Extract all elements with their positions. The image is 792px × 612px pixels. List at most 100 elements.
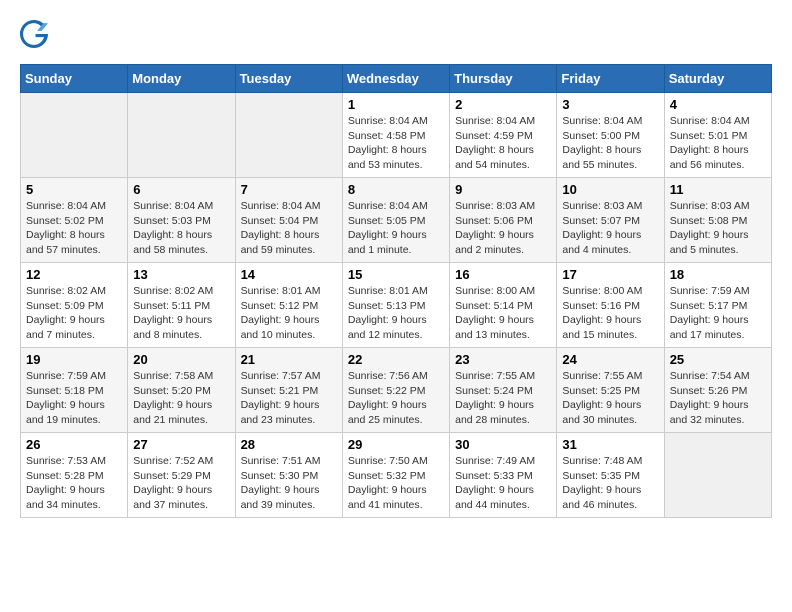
day-number: 14 (241, 267, 337, 282)
day-info: Sunrise: 7:56 AM Sunset: 5:22 PM Dayligh… (348, 369, 444, 428)
day-info: Sunrise: 7:48 AM Sunset: 5:35 PM Dayligh… (562, 454, 658, 513)
day-number: 9 (455, 182, 551, 197)
day-number: 5 (26, 182, 122, 197)
calendar-week-row: 5 Sunrise: 8:04 AM Sunset: 5:02 PM Daylig… (21, 178, 772, 263)
day-number: 1 (348, 97, 444, 112)
day-info: Sunrise: 8:00 AM Sunset: 5:16 PM Dayligh… (562, 284, 658, 343)
day-number: 18 (670, 267, 766, 282)
weekday-header: Thursday (450, 65, 557, 93)
calendar-cell: 18 Sunrise: 7:59 AM Sunset: 5:17 PM Dayli… (664, 263, 771, 348)
day-info: Sunrise: 8:02 AM Sunset: 5:09 PM Dayligh… (26, 284, 122, 343)
calendar-cell: 8 Sunrise: 8:04 AM Sunset: 5:05 PM Daylig… (342, 178, 449, 263)
day-number: 28 (241, 437, 337, 452)
calendar-cell: 3Sunrise: 8:04 AM Sunset: 5:00 PM Daylig… (557, 93, 664, 178)
page-header (20, 20, 772, 48)
calendar-cell: 24 Sunrise: 7:55 AM Sunset: 5:25 PM Dayli… (557, 348, 664, 433)
day-number: 24 (562, 352, 658, 367)
day-info: Sunrise: 8:04 AM Sunset: 5:01 PM Dayligh… (670, 114, 766, 173)
day-number: 16 (455, 267, 551, 282)
day-info: Sunrise: 8:01 AM Sunset: 5:12 PM Dayligh… (241, 284, 337, 343)
day-info: Sunrise: 8:03 AM Sunset: 5:07 PM Dayligh… (562, 199, 658, 258)
day-number: 27 (133, 437, 229, 452)
day-number: 4 (670, 97, 766, 112)
calendar-cell: 23Sunrise: 7:55 AM Sunset: 5:24 PM Dayli… (450, 348, 557, 433)
calendar-cell: 16 Sunrise: 8:00 AM Sunset: 5:14 PM Dayli… (450, 263, 557, 348)
calendar-cell (235, 93, 342, 178)
day-number: 7 (241, 182, 337, 197)
calendar-cell: 14 Sunrise: 8:01 AM Sunset: 5:12 PM Dayli… (235, 263, 342, 348)
weekday-header: Sunday (21, 65, 128, 93)
day-number: 25 (670, 352, 766, 367)
day-info: Sunrise: 8:00 AM Sunset: 5:14 PM Dayligh… (455, 284, 551, 343)
day-info: Sunrise: 7:50 AM Sunset: 5:32 PM Dayligh… (348, 454, 444, 513)
day-info: Sunrise: 7:55 AM Sunset: 5:24 PM Dayligh… (455, 369, 551, 428)
day-info: Sunrise: 8:03 AM Sunset: 5:08 PM Dayligh… (670, 199, 766, 258)
day-info: Sunrise: 8:03 AM Sunset: 5:06 PM Dayligh… (455, 199, 551, 258)
day-number: 2 (455, 97, 551, 112)
day-number: 22 (348, 352, 444, 367)
calendar-cell (128, 93, 235, 178)
day-number: 6 (133, 182, 229, 197)
calendar-cell: 6 Sunrise: 8:04 AM Sunset: 5:03 PM Daylig… (128, 178, 235, 263)
logo-icon (20, 20, 48, 48)
calendar-cell: 26Sunrise: 7:53 AM Sunset: 5:28 PM Dayli… (21, 433, 128, 518)
day-info: Sunrise: 7:57 AM Sunset: 5:21 PM Dayligh… (241, 369, 337, 428)
calendar-cell: 20 Sunrise: 7:58 AM Sunset: 5:20 PM Dayli… (128, 348, 235, 433)
calendar-cell: 31 Sunrise: 7:48 AM Sunset: 5:35 PM Dayli… (557, 433, 664, 518)
calendar-cell: 22 Sunrise: 7:56 AM Sunset: 5:22 PM Dayli… (342, 348, 449, 433)
day-info: Sunrise: 7:55 AM Sunset: 5:25 PM Dayligh… (562, 369, 658, 428)
weekday-header: Saturday (664, 65, 771, 93)
calendar-table: SundayMondayTuesdayWednesdayThursdayFrid… (20, 64, 772, 518)
day-number: 20 (133, 352, 229, 367)
weekday-header-row: SundayMondayTuesdayWednesdayThursdayFrid… (21, 65, 772, 93)
day-number: 21 (241, 352, 337, 367)
calendar-cell: 13Sunrise: 8:02 AM Sunset: 5:11 PM Dayli… (128, 263, 235, 348)
calendar-cell: 21 Sunrise: 7:57 AM Sunset: 5:21 PM Dayli… (235, 348, 342, 433)
weekday-header: Tuesday (235, 65, 342, 93)
day-info: Sunrise: 8:04 AM Sunset: 4:59 PM Dayligh… (455, 114, 551, 173)
calendar-cell: 7Sunrise: 8:04 AM Sunset: 5:04 PM Daylig… (235, 178, 342, 263)
calendar-cell (21, 93, 128, 178)
calendar-cell: 30Sunrise: 7:49 AM Sunset: 5:33 PM Dayli… (450, 433, 557, 518)
day-number: 8 (348, 182, 444, 197)
weekday-header: Monday (128, 65, 235, 93)
day-number: 31 (562, 437, 658, 452)
day-number: 29 (348, 437, 444, 452)
calendar-cell (664, 433, 771, 518)
day-number: 3 (562, 97, 658, 112)
day-info: Sunrise: 8:04 AM Sunset: 5:05 PM Dayligh… (348, 199, 444, 258)
day-info: Sunrise: 7:59 AM Sunset: 5:18 PM Dayligh… (26, 369, 122, 428)
calendar-cell: 10 Sunrise: 8:03 AM Sunset: 5:07 PM Dayli… (557, 178, 664, 263)
day-number: 11 (670, 182, 766, 197)
day-number: 10 (562, 182, 658, 197)
day-number: 12 (26, 267, 122, 282)
calendar-cell: 27 Sunrise: 7:52 AM Sunset: 5:29 PM Dayli… (128, 433, 235, 518)
day-number: 13 (133, 267, 229, 282)
calendar-cell: 28 Sunrise: 7:51 AM Sunset: 5:30 PM Dayli… (235, 433, 342, 518)
calendar-week-row: 12 Sunrise: 8:02 AM Sunset: 5:09 PM Dayli… (21, 263, 772, 348)
calendar-cell: 1 Sunrise: 8:04 AM Sunset: 4:58 PM Daylig… (342, 93, 449, 178)
calendar-cell: 29 Sunrise: 7:50 AM Sunset: 5:32 PM Dayli… (342, 433, 449, 518)
calendar-cell: 15Sunrise: 8:01 AM Sunset: 5:13 PM Dayli… (342, 263, 449, 348)
calendar-week-row: 1 Sunrise: 8:04 AM Sunset: 4:58 PM Daylig… (21, 93, 772, 178)
day-info: Sunrise: 7:58 AM Sunset: 5:20 PM Dayligh… (133, 369, 229, 428)
calendar-cell: 2 Sunrise: 8:04 AM Sunset: 4:59 PM Daylig… (450, 93, 557, 178)
day-info: Sunrise: 7:51 AM Sunset: 5:30 PM Dayligh… (241, 454, 337, 513)
day-info: Sunrise: 8:04 AM Sunset: 4:58 PM Dayligh… (348, 114, 444, 173)
calendar-cell: 11 Sunrise: 8:03 AM Sunset: 5:08 PM Dayli… (664, 178, 771, 263)
day-info: Sunrise: 8:04 AM Sunset: 5:02 PM Dayligh… (26, 199, 122, 258)
day-info: Sunrise: 8:01 AM Sunset: 5:13 PM Dayligh… (348, 284, 444, 343)
day-info: Sunrise: 8:04 AM Sunset: 5:03 PM Dayligh… (133, 199, 229, 258)
day-info: Sunrise: 7:52 AM Sunset: 5:29 PM Dayligh… (133, 454, 229, 513)
calendar-week-row: 26Sunrise: 7:53 AM Sunset: 5:28 PM Dayli… (21, 433, 772, 518)
calendar-cell: 19 Sunrise: 7:59 AM Sunset: 5:18 PM Dayli… (21, 348, 128, 433)
day-info: Sunrise: 7:53 AM Sunset: 5:28 PM Dayligh… (26, 454, 122, 513)
day-info: Sunrise: 7:59 AM Sunset: 5:17 PM Dayligh… (670, 284, 766, 343)
day-number: 19 (26, 352, 122, 367)
weekday-header: Wednesday (342, 65, 449, 93)
calendar-cell: 4 Sunrise: 8:04 AM Sunset: 5:01 PM Daylig… (664, 93, 771, 178)
day-info: Sunrise: 7:54 AM Sunset: 5:26 PM Dayligh… (670, 369, 766, 428)
day-number: 30 (455, 437, 551, 452)
calendar-cell: 25 Sunrise: 7:54 AM Sunset: 5:26 PM Dayli… (664, 348, 771, 433)
logo (20, 20, 52, 48)
